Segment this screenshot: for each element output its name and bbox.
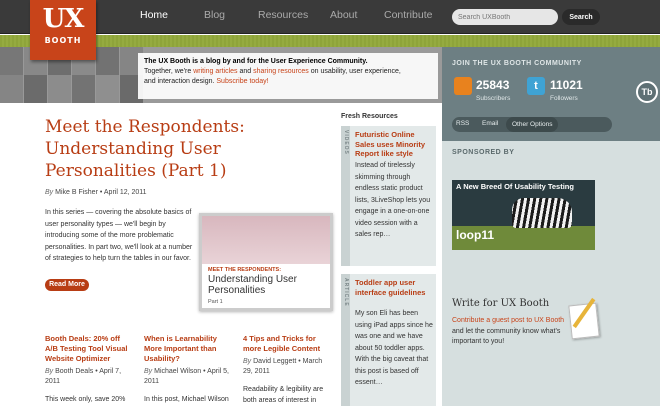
banner-text-part: Together, we're — [144, 68, 194, 75]
rss-icon[interactable] — [454, 77, 472, 95]
tumblr-icon[interactable]: Tb — [636, 81, 658, 103]
guest-post-link[interactable]: Contribute a guest post to UX Booth — [452, 317, 564, 324]
post-item: Booth Deals: 20% off A/B Testing Tool Vi… — [45, 334, 131, 406]
tab-rss[interactable]: RSS — [456, 120, 469, 127]
nav-home[interactable]: Home — [140, 9, 204, 21]
read-more-button[interactable]: Read More — [45, 279, 89, 291]
fresh-resource-item: ARTICLE Toddler app user interface guide… — [341, 274, 436, 406]
ux-booth-logo[interactable]: UX BOOTH — [30, 0, 96, 60]
nav-blog[interactable]: Blog — [204, 9, 258, 21]
resource-title[interactable]: Futuristic Online Sales uses Minority Re… — [355, 130, 435, 159]
byline-by: By — [45, 368, 54, 375]
post-item: 4 Tips and Tricks for more Legible Conte… — [243, 334, 329, 406]
post-title[interactable]: 4 Tips and Tricks for more Legible Conte… — [243, 334, 329, 354]
banner-intro: The UX Booth is a blog by and for the Us… — [138, 53, 438, 99]
search-input[interactable] — [452, 9, 558, 25]
write-description: Contribute a guest post to UX Booth and … — [452, 316, 568, 348]
ad-brand: loop11 — [456, 228, 495, 242]
post-byline: By Booth Deals • April 7, 2011 — [45, 368, 122, 385]
post-author[interactable]: Booth Deals — [55, 368, 93, 375]
feature-part: Part 1 — [208, 299, 223, 305]
banner-text-part: and — [237, 68, 254, 75]
ad-tagline: A New Breed Of Usability Testing — [456, 182, 574, 191]
article-date: April 12, 2011 — [103, 189, 147, 196]
feature-image[interactable]: MEET THE RESPONDENTS: Understanding User… — [199, 213, 333, 311]
twitter-icon[interactable]: t — [527, 77, 545, 95]
category-label: VIDEOS — [343, 130, 349, 155]
sponsored-title: SPONSORED BY — [452, 149, 515, 156]
article-intro: In this series — covering the absolute b… — [45, 209, 193, 262]
resource-description: Instead of tirelessly skimming through e… — [355, 162, 431, 238]
resource-title[interactable]: Toddler app user interface guidelines — [355, 278, 435, 297]
post-title[interactable]: Booth Deals: 20% off A/B Testing Tool Vi… — [45, 334, 131, 364]
banner-text-part: and interaction design. — [144, 78, 217, 85]
nav-contribute[interactable]: Contribute — [384, 9, 448, 21]
article-author[interactable]: Mike B Fisher — [55, 189, 98, 196]
byline-by: By — [144, 368, 153, 375]
byline-by: By — [45, 189, 54, 196]
writing-articles-link[interactable]: writing articles — [193, 68, 237, 75]
nav-resources[interactable]: Resources — [258, 9, 330, 21]
post-excerpt: In this post, Michael Wilson explores wh… — [144, 396, 229, 403]
post-author[interactable]: David Leggett — [253, 358, 296, 365]
loop11-ad[interactable]: A New Breed Of Usability Testing loop11 — [452, 180, 595, 250]
zebra-image — [512, 198, 572, 228]
banner-text-part: on usability, user experience, — [308, 68, 401, 75]
post-excerpt: Readability & legibility are both areas … — [243, 386, 324, 404]
byline-by: By — [243, 358, 252, 365]
logo-ux-text: UX — [42, 4, 85, 34]
post-excerpt: This week only, save 20% on any plan fro… — [45, 396, 126, 403]
community-panel: JOIN THE UX BOOTH COMMUNITY 25843 Subscr… — [442, 47, 660, 141]
community-title: JOIN THE UX BOOTH COMMUNITY — [452, 60, 582, 67]
tab-email[interactable]: Email — [482, 120, 498, 127]
write-title: Write for UX Booth — [452, 298, 550, 309]
article-byline: By Mike B Fisher • April 12, 2011 — [45, 189, 147, 196]
post-byline: By Michael Wilson • April 5, 2011 — [144, 368, 229, 385]
post-title[interactable]: When is Learnability More Important than… — [144, 334, 230, 364]
write-text: and let the community know what's import… — [452, 327, 561, 346]
sharing-resources-link[interactable]: sharing resources — [253, 68, 309, 75]
twitter-label: Followers — [550, 95, 578, 102]
logo-booth-text: BOOTH — [44, 36, 82, 45]
fresh-resource-item: VIDEOS Futuristic Online Sales uses Mino… — [341, 126, 436, 266]
tab-other-options[interactable]: Other Options — [506, 117, 559, 132]
feature-kicker: MEET THE RESPONDENTS: — [208, 267, 282, 273]
category-label: ARTICLE — [343, 278, 349, 307]
fresh-resources-title: Fresh Resources — [341, 113, 398, 120]
main-nav: Home Blog Resources About Contribute — [140, 9, 448, 21]
banner-headline: The UX Booth is a blog by and for the Us… — [144, 58, 368, 65]
twitter-count: 11021 — [550, 78, 583, 92]
subscribe-link[interactable]: Subscribe today! — [216, 78, 268, 85]
respondents-photo — [202, 216, 330, 264]
rss-count: 25843 — [476, 78, 510, 92]
search-button[interactable]: Search — [562, 9, 600, 25]
nav-about[interactable]: About — [330, 9, 384, 21]
post-author[interactable]: Michael Wilson — [154, 368, 201, 375]
resource-description: My son Eli has been using iPad apps sinc… — [355, 310, 433, 386]
green-stripe — [0, 35, 660, 47]
post-byline: By David Leggett • March 29, 2011 — [243, 358, 323, 375]
rss-label: Subscribers — [476, 95, 511, 102]
article-title[interactable]: Meet the Respondents: Understanding User… — [45, 116, 305, 182]
feature-heading: Understanding User Personalities — [208, 274, 297, 296]
post-item: When is Learnability More Important than… — [144, 334, 230, 406]
